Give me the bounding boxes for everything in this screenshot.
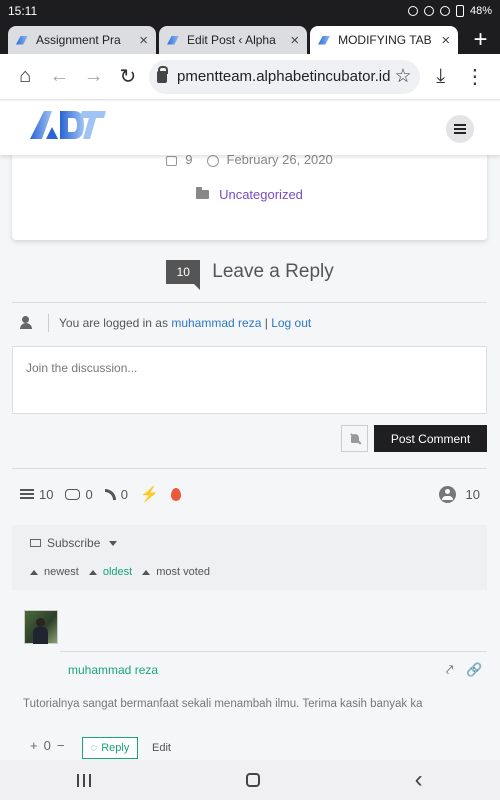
logged-in-info: You are logged in as muhammad reza | Log… — [20, 314, 311, 332]
reply-title: Leave a Reply — [212, 261, 334, 282]
logged-in-label: You are logged in as — [59, 316, 168, 330]
caret-up-icon — [142, 569, 151, 575]
mute-icon — [423, 6, 434, 16]
recent-apps-button[interactable] — [77, 773, 92, 787]
tab-label: MODIFYING TAB — [338, 33, 432, 47]
site-logo[interactable] — [30, 109, 106, 141]
tab-label: Edit Post ‹ Alpha — [187, 33, 276, 47]
tab-close-icon[interactable]: × — [139, 32, 148, 49]
back-button[interactable]: ← — [42, 58, 76, 96]
url-text[interactable]: pmentteam.alphabetincubator.id — [177, 68, 390, 85]
separator — [48, 314, 49, 332]
caret-up-icon — [30, 569, 38, 575]
tab-strip: Assignment Pra × Edit Post ‹ Alpha × MOD… — [0, 22, 500, 54]
tab-close-icon[interactable]: × — [290, 32, 299, 49]
logout-link[interactable]: Log out — [271, 316, 311, 330]
home-button[interactable]: ⌂ — [8, 58, 42, 96]
threads-stat[interactable]: 10 — [20, 487, 53, 502]
status-icons: 48% — [407, 5, 492, 17]
tab-assignment[interactable]: Assignment Pra × — [8, 26, 157, 54]
comment-divider — [60, 651, 487, 652]
comment-textarea[interactable]: Join the discussion... — [12, 346, 487, 414]
vote-controls: + 0 − — [30, 738, 64, 753]
clock-icon — [206, 154, 219, 167]
sort-most-voted[interactable]: most voted — [142, 566, 210, 578]
commenters-count: 10 — [465, 486, 480, 502]
post-comment-button[interactable]: Post Comment — [374, 425, 487, 452]
bell-off-icon — [349, 433, 361, 445]
address-bar[interactable]: pmentteam.alphabetincubator.id ☆ — [149, 59, 420, 94]
fire-icon[interactable] — [170, 487, 181, 501]
lock-icon — [157, 65, 168, 83]
site-favicon-icon — [167, 36, 179, 45]
reply-heading: 10 Leave a Reply — [0, 260, 500, 290]
replies-stat[interactable]: 0 — [65, 487, 93, 502]
system-nav-bar: ‹ — [0, 760, 500, 800]
reply-button[interactable]: ◌ Reply — [82, 737, 138, 759]
subscribe-sort-panel: Subscribe newest oldest most voted — [12, 525, 487, 590]
caret-up-icon — [88, 569, 97, 575]
bolt-icon[interactable]: ⚡ — [140, 485, 159, 503]
site-header — [0, 101, 500, 155]
comment-stats: 10 0 0 ⚡ 10 — [20, 485, 480, 503]
comment-icon — [166, 155, 178, 166]
sort-newest[interactable]: newest — [30, 566, 79, 578]
battery-icon — [455, 5, 464, 17]
site-favicon-icon — [318, 36, 330, 45]
category-link[interactable]: Uncategorized — [219, 187, 303, 202]
browser-toolbar: ⌂ ← → ↻ pmentteam.alphabetincubator.id ☆… — [0, 54, 500, 100]
status-time: 15:11 — [8, 4, 38, 18]
commenters-icon — [438, 485, 456, 503]
followers-stat[interactable]: 0 — [104, 487, 128, 502]
sort-oldest[interactable]: oldest — [88, 566, 132, 578]
replies-icon — [65, 488, 81, 500]
link-icon[interactable]: 🔗 — [466, 662, 482, 678]
vote-count: 0 — [43, 738, 51, 753]
status-bar: 15:11 48% — [0, 0, 500, 22]
post-card: 9 February 26, 2020 Uncategorized — [12, 140, 487, 240]
battery-level: 48% — [469, 5, 492, 17]
wifi-icon — [439, 6, 450, 16]
envelope-icon — [30, 539, 41, 547]
site-menu-button[interactable] — [446, 115, 474, 143]
subscribe-dropdown[interactable]: Subscribe — [30, 536, 118, 550]
new-tab-button[interactable]: + — [461, 26, 500, 54]
comment-author-name[interactable]: muhammad reza — [68, 663, 158, 677]
home-nav-button[interactable] — [245, 773, 260, 787]
divider — [12, 302, 487, 303]
user-settings-icon — [20, 316, 38, 330]
sort-options: newest oldest most voted — [30, 566, 220, 578]
post-category: Uncategorized — [12, 187, 487, 202]
bookmark-star-icon[interactable]: ☆ — [394, 65, 411, 88]
comment-author-avatar — [24, 610, 58, 644]
menu-button[interactable]: ⋮ — [458, 58, 492, 96]
reply-icon: ◌ — [90, 742, 98, 754]
vote-up-button[interactable]: + — [30, 738, 38, 753]
share-icon[interactable]: ⤤ — [446, 662, 453, 678]
comment-count-badge: 10 — [166, 260, 201, 290]
back-nav-button[interactable]: ‹ — [415, 766, 423, 794]
comment-text: Tutorialnya sangat bermanfaat sekali men… — [23, 698, 423, 710]
tab-modifying[interactable]: MODIFYING TAB × — [310, 26, 459, 54]
reload-button[interactable]: ↻ — [111, 58, 145, 96]
tab-close-icon[interactable]: × — [441, 32, 450, 49]
rss-icon — [104, 488, 116, 500]
divider — [12, 468, 487, 469]
pipe-separator: | — [264, 316, 268, 330]
logged-user-link[interactable]: muhammad reza — [171, 316, 261, 330]
download-button[interactable]: ⤓ — [424, 58, 458, 96]
forward-button[interactable]: → — [77, 58, 111, 96]
edit-link[interactable]: Edit — [152, 742, 171, 754]
site-favicon-icon — [16, 36, 28, 45]
vote-down-button[interactable]: − — [57, 738, 65, 753]
folder-icon — [196, 187, 210, 199]
alarm-icon — [407, 6, 418, 16]
tab-label: Assignment Pra — [36, 33, 121, 47]
chevron-down-icon — [109, 540, 118, 546]
subscribe-toggle-button[interactable] — [341, 425, 368, 452]
threads-icon — [20, 488, 34, 500]
tab-edit-post[interactable]: Edit Post ‹ Alpha × — [159, 26, 308, 54]
